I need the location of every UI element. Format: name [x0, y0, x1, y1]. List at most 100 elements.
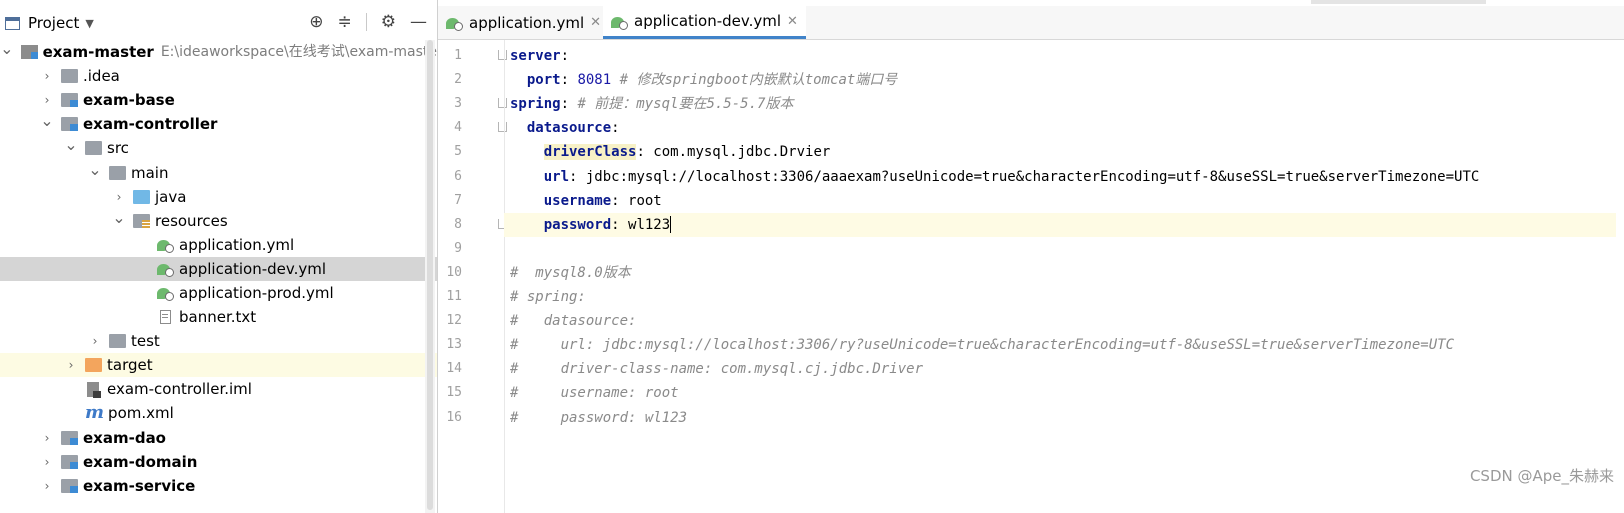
yaml-key: server — [510, 48, 561, 64]
fold-marker-icon[interactable] — [498, 122, 507, 133]
chevron-right-icon[interactable]: › — [40, 474, 54, 498]
close-icon[interactable]: ✕ — [590, 15, 601, 30]
close-icon[interactable]: ✕ — [787, 14, 798, 29]
spring-yml-icon — [157, 285, 174, 302]
tree-item[interactable]: › exam-dao — [0, 426, 437, 450]
spring-yml-icon — [157, 237, 174, 254]
line-number: 15 — [446, 385, 462, 401]
code-line: # url: jdbc:mysql://localhost:3306/ry?us… — [510, 333, 1454, 357]
project-root-icon — [20, 45, 38, 60]
project-panel-title[interactable]: Project — [28, 14, 79, 32]
module-folder-icon — [61, 117, 78, 132]
tree-scrollbar[interactable] — [425, 40, 435, 513]
fold-marker-icon[interactable] — [498, 98, 507, 109]
code-line: # datasource: — [510, 309, 636, 333]
chevron-down-icon[interactable]: ⌄ — [88, 161, 102, 177]
tree-item-label: exam-master — [42, 43, 154, 62]
tree-scrollbar-thumb[interactable] — [427, 40, 433, 510]
code-text: : — [560, 48, 570, 64]
maven-icon: m — [85, 402, 105, 424]
source-folder-icon — [133, 189, 150, 204]
collapse-all-icon[interactable]: ≑ — [338, 12, 352, 32]
tree-item[interactable]: ⌄ exam-master E:\ideaworkspace\在线考试\exam-m… — [0, 40, 437, 64]
tree-item-label: application-dev.yml — [179, 259, 327, 278]
project-panel: Project ▼ ⊕ ≑ ⚙ — ⌄ exam-master E:\ideawor… — [0, 0, 438, 513]
code-line: spring: # 前提：mysql要在5.5-5.7版本 — [510, 92, 793, 116]
tree-item[interactable]: ⌄ exam-controller — [0, 112, 437, 136]
line-number: 14 — [446, 361, 462, 377]
chevron-down-icon[interactable]: ⌄ — [112, 209, 126, 225]
tree-item-label: exam-base — [83, 91, 175, 110]
code-comment: # username: root — [510, 385, 679, 402]
tab-label: application.yml — [469, 13, 585, 32]
tree-item[interactable]: ›application-dev.yml — [0, 256, 437, 281]
tree-item[interactable]: ›application-prod.yml — [0, 281, 437, 305]
tree-item[interactable]: › java — [0, 185, 437, 209]
chevron-right-icon[interactable]: › — [64, 353, 78, 377]
chevron-right-icon[interactable]: › — [40, 426, 54, 450]
module-folder-icon — [61, 454, 78, 469]
tree-item[interactable]: › exam-service — [0, 474, 437, 498]
code-line: driverClass: com.mysql.jdbc.Drvier — [510, 140, 830, 164]
project-panel-header: Project ▼ ⊕ ≑ ⚙ — — [0, 6, 437, 40]
tree-item[interactable]: › exam-domain — [0, 450, 437, 474]
line-number: 1 — [454, 48, 462, 63]
tree-item-label: target — [107, 356, 153, 375]
code-text: : — [611, 120, 620, 137]
tree-item-label: exam-controller — [83, 115, 218, 134]
chevron-right-icon[interactable]: › — [112, 185, 126, 209]
line-number: 11 — [446, 289, 462, 304]
tree-item-label: src — [107, 139, 129, 158]
yaml-key: driverClass — [543, 144, 637, 161]
tree-item[interactable]: ⌄ main — [0, 160, 437, 184]
minimize-icon[interactable]: — — [410, 12, 427, 32]
code-comment: # spring: — [510, 289, 586, 305]
chevron-right-icon[interactable]: › — [40, 88, 54, 112]
code-text: : wl123 — [611, 216, 671, 233]
tree-item[interactable]: › target — [0, 353, 437, 378]
tab-application-dev-yml[interactable]: application-dev.yml ✕ — [603, 6, 806, 39]
tree-item[interactable]: › exam-base — [0, 88, 437, 112]
chevron-down-icon[interactable]: ▼ — [85, 17, 93, 30]
toolbar-divider — [365, 13, 367, 31]
line-number: 2 — [454, 72, 462, 88]
tree-item[interactable]: › .idea — [0, 64, 437, 88]
chevron-right-icon[interactable]: › — [40, 64, 54, 88]
project-panel-toolbar: ⊕ ≑ ⚙ — — [309, 12, 427, 32]
tree-item-label: application.yml — [179, 235, 295, 254]
code-line: # spring: — [510, 285, 586, 309]
locate-file-icon[interactable]: ⊕ — [309, 12, 323, 32]
code-text: : com.mysql.jdbc.Drvier — [636, 144, 831, 161]
line-number: 13 — [446, 337, 462, 353]
watermark: CSDN @Ape_朱赫来 — [1469, 467, 1614, 485]
spring-yml-icon — [157, 261, 174, 278]
editor-scrollbar[interactable] — [1616, 40, 1624, 513]
code-line: datasource: — [510, 116, 620, 140]
code-line: # driver-class-name: com.mysql.cj.jdbc.D… — [510, 357, 923, 381]
tree-item[interactable]: ›exam-controller.iml — [0, 377, 437, 401]
tab-application-yml[interactable]: application.yml ✕ — [438, 6, 609, 39]
tree-item[interactable]: ›mpom.xml — [0, 401, 437, 425]
chevron-right-icon[interactable]: › — [88, 329, 102, 353]
chevron-down-icon[interactable]: ⌄ — [64, 137, 78, 153]
fold-marker-icon[interactable] — [498, 50, 507, 60]
line-number: 9 — [454, 240, 462, 256]
code-line: port: 8081 # 修改springboot内嵌默认tomcat端口号 — [510, 68, 897, 92]
line-number: 10 — [446, 264, 462, 280]
chevron-down-icon[interactable]: ⌄ — [0, 41, 14, 57]
line-number: 7 — [454, 192, 462, 208]
line-number: 3 — [454, 96, 462, 112]
tree-item-label: resources — [155, 211, 228, 230]
project-path: E:\ideaworkspace\在线考试\exam-maste — [160, 44, 437, 61]
tree-item[interactable]: ›banner.txt — [0, 305, 437, 329]
tree-item[interactable]: › test — [0, 329, 437, 353]
chevron-right-icon[interactable]: › — [40, 450, 54, 474]
editor-area: application.yml ✕ application-dev.yml ✕ … — [438, 0, 1624, 513]
chevron-down-icon[interactable]: ⌄ — [40, 113, 54, 129]
tree-item[interactable]: ›application.yml — [0, 233, 437, 257]
editor-tab-bar: application.yml ✕ application-dev.yml ✕ — [438, 6, 1624, 40]
gear-icon[interactable]: ⚙ — [381, 12, 396, 32]
tree-item[interactable]: ⌄ src — [0, 136, 437, 160]
yaml-key: datasource — [526, 120, 612, 137]
tree-item[interactable]: ⌄ resources — [0, 209, 437, 233]
